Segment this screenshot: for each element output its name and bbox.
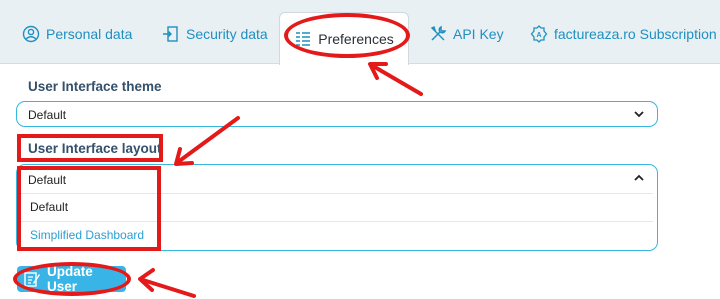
tab-security-data[interactable]: Security data: [156, 12, 274, 56]
tab-label: API Key: [453, 26, 504, 42]
arrow-to-update: [141, 278, 196, 298]
tab-label: Security data: [186, 26, 268, 42]
tab-label: Personal data: [46, 26, 133, 42]
update-user-label: Update User: [47, 264, 93, 294]
arrow-head: [368, 62, 388, 80]
layout-select-value: Default: [28, 173, 67, 187]
chevron-up-icon: [633, 172, 645, 187]
theme-label: User Interface theme: [28, 79, 162, 94]
arrow-to-preferences: [371, 64, 423, 96]
tab-api-key[interactable]: API Key: [423, 12, 510, 56]
tab-preferences[interactable]: Preferences: [279, 12, 409, 65]
layout-label: User Interface layout: [28, 141, 162, 156]
tab-label: Preferences: [318, 31, 394, 47]
tab-label: factureaza.ro Subscription: [554, 26, 717, 42]
lock-exit-icon: [162, 25, 180, 43]
user-circle-icon: [22, 25, 40, 43]
arrow-head: [138, 268, 155, 292]
layout-select[interactable]: Default Default Simplified Dashboard: [16, 164, 658, 251]
tab-bar: Personal data Security data Preferences …: [0, 0, 720, 65]
tab-personal-data[interactable]: Personal data: [16, 12, 138, 56]
chevron-down-icon: [633, 108, 645, 123]
layout-option[interactable]: Simplified Dashboard: [21, 221, 653, 247]
theme-select-value: Default: [28, 108, 67, 122]
tools-icon: [429, 25, 447, 43]
svg-text:A: A: [536, 32, 541, 39]
list-settings-icon: [294, 30, 312, 48]
badge-icon: A: [530, 25, 548, 43]
tab-subscription[interactable]: A factureaza.ro Subscription: [524, 12, 720, 56]
update-user-button[interactable]: Update User: [17, 264, 126, 294]
layout-option[interactable]: Default: [21, 193, 653, 219]
theme-select[interactable]: Default: [16, 101, 658, 127]
edit-note-icon: [23, 270, 41, 288]
arrow-head: [174, 147, 194, 166]
